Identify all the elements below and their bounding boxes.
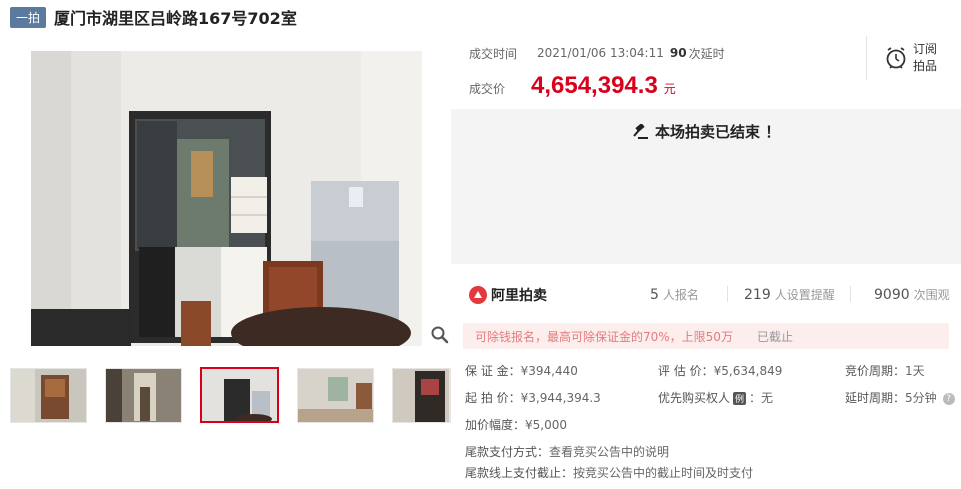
deal-info: 成交时间 2021/01/06 13:04:11 90 次延时 成交价 4,65… (469, 38, 725, 108)
deposit-label: 保 证 金： (465, 364, 521, 378)
subscribe-button[interactable]: 订阅 拍品 (866, 36, 946, 80)
platform-name: 阿里拍卖 (491, 288, 547, 304)
subscribe-label-line1: 订阅 (913, 42, 938, 56)
deal-time-row: 成交时间 2021/01/06 13:04:11 90 次延时 (469, 38, 725, 68)
stat-registered-count: 5 (650, 287, 659, 303)
example-tag-icon[interactable]: 例 (733, 392, 747, 405)
divider (727, 286, 728, 302)
delay-period-row: 延时周期：5分钟? (845, 389, 955, 406)
divider (850, 286, 851, 302)
delay-unit: 次延时 (688, 46, 725, 61)
start-price-value: ¥3,944,394.3 (520, 391, 601, 405)
payment-deadline-row: 尾款线上支付截止：按竞买公告中的截止时间及时支付 (465, 464, 753, 481)
deposit-row: 保 证 金：¥394,440 (465, 362, 578, 379)
start-price-row: 起 拍 价：¥3,944,394.3 (465, 389, 601, 406)
estimate-value: ¥5,634,849 (713, 364, 783, 378)
deal-price-label: 成交价 (469, 82, 506, 96)
deal-time: 2021/01/06 13:04:11 (537, 46, 664, 60)
estimate-label: 评 估 价： (658, 364, 714, 378)
increment-value: ¥5,000 (525, 418, 568, 432)
thumbnail-selected[interactable] (200, 367, 279, 423)
zoom-icon[interactable] (430, 325, 450, 345)
thumbnail-strip (10, 367, 487, 423)
page-title: 厦门市湖里区吕岭路167号702室 (54, 9, 297, 28)
auction-ended-message: 本场拍卖已结束 ！ (631, 121, 780, 142)
stat-views-count: 9090 (874, 287, 910, 303)
thumbnail-image (298, 369, 373, 422)
payment-method-value: 查看竞买公告中的说明 (549, 445, 670, 459)
stat-reminders: 219 人设置提醒 (744, 286, 835, 303)
ali-auction-logo-icon (469, 286, 487, 304)
deal-time-label: 成交时间 (469, 46, 518, 61)
thumbnail-image (106, 369, 181, 422)
payment-method-row: 尾款支付方式：查看竞买公告中的说明 (465, 443, 669, 460)
payment-deadline-label: 尾款线上支付截止： (465, 466, 574, 480)
notice-status: 已截止 (756, 329, 793, 344)
help-icon[interactable]: ? (942, 392, 955, 405)
bid-period-label: 竞价周期： (845, 364, 906, 378)
title-row: 一拍 厦门市湖里区吕岭路167号702室 (10, 6, 297, 28)
alarm-clock-icon (886, 47, 906, 69)
auction-ended-text: 本场拍卖已结束 ！ (655, 123, 781, 141)
priority-buyer-row: 优先购买权人例：无 (658, 389, 773, 406)
start-price-label: 起 拍 价： (465, 391, 521, 405)
platform-logo[interactable]: 阿里拍卖 (469, 285, 547, 305)
deposit-discount-notice: 可除钱报名，最高可除保证金的70%，上限50万 已截止 (463, 323, 949, 349)
thumbnail-image (11, 369, 86, 422)
deal-price-row: 成交价 4,654,394.3 元 (469, 72, 725, 108)
payment-deadline-value: 按竞买公告中的截止时间及时支付 (573, 466, 754, 480)
bid-period-value: 1天 (905, 364, 925, 378)
priority-buyer-label: 优先购买权人 (658, 391, 731, 405)
delay-period-label: 延时周期： (845, 391, 906, 405)
thumbnail[interactable] (10, 368, 87, 423)
auction-round-badge: 一拍 (10, 6, 47, 28)
subscribe-label-line2: 拍品 (913, 59, 938, 73)
estimate-row: 评 估 价：¥5,634,849 (658, 362, 782, 379)
deal-price: 4,654,394.3 (531, 72, 658, 99)
stat-registered: 5 人报名 (650, 286, 699, 303)
gavel-icon (633, 123, 648, 139)
price-unit: 元 (663, 82, 676, 96)
stat-views: 9090 次围观 (874, 286, 950, 303)
stat-reminders-label: 人设置提醒 (774, 288, 835, 302)
increment-row: 加价幅度：¥5,000 (465, 416, 567, 433)
delay-period-value: 5分钟 (905, 391, 937, 405)
payment-method-label: 尾款支付方式： (465, 445, 550, 459)
thumbnail[interactable] (297, 368, 374, 423)
priority-buyer-value: ：无 (749, 391, 774, 405)
main-photo[interactable] (31, 51, 422, 346)
increment-label: 加价幅度： (465, 418, 526, 432)
notice-text: 可除钱报名，最高可除保证金的70%，上限50万 (475, 329, 733, 344)
subscribe-label: 订阅 拍品 (913, 41, 937, 75)
thumbnail-image (202, 369, 277, 421)
stat-views-label: 次围观 (913, 288, 950, 302)
bid-period-row: 竞价周期：1天 (845, 362, 925, 379)
thumbnail[interactable] (105, 368, 182, 423)
stat-reminders-count: 219 (744, 287, 771, 303)
auction-status-panel: 本场拍卖已结束 ！ (451, 109, 961, 264)
stat-registered-label: 人报名 (662, 288, 699, 302)
room-photo-drawing (31, 51, 422, 346)
delay-count: 90 (669, 46, 687, 60)
deposit-value: ¥394,440 (520, 364, 578, 378)
